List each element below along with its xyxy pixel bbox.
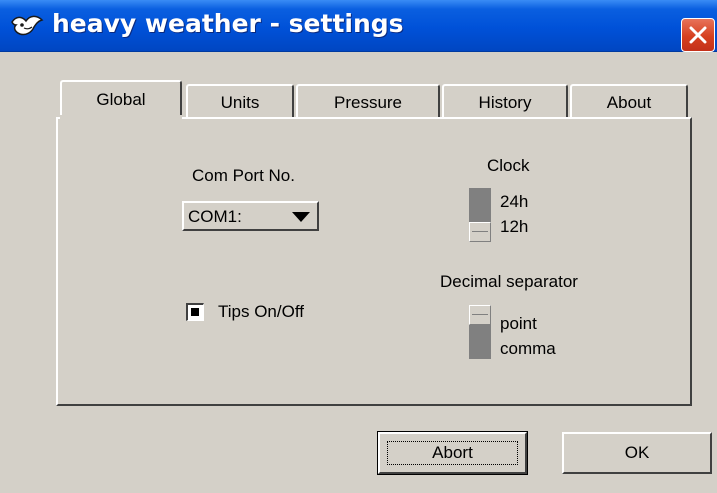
focus-ring [387,441,518,465]
decimal-toggle-knob[interactable] [469,305,491,325]
clock-label: Clock [487,156,530,175]
tab-units-label: Units [220,92,260,112]
clock-option-24h[interactable]: 24h [500,192,528,212]
title-bar[interactable]: heavy weather - settings [0,0,717,52]
tab-global-label: Global [96,90,146,109]
tab-pressure[interactable]: Pressure [296,84,440,119]
com-port-label: Com Port No. [192,166,295,185]
tab-global[interactable]: Global [60,80,182,118]
tab-about[interactable]: About [570,84,688,119]
window-title: heavy weather - settings [52,9,404,38]
close-icon [689,26,707,44]
tab-about-label: About [606,92,652,112]
tab-history[interactable]: History [442,84,568,119]
decimal-separator-toggle[interactable] [469,305,491,359]
chevron-down-icon [292,212,310,222]
tips-checkbox[interactable] [186,303,204,321]
clock-option-12h[interactable]: 12h [500,217,528,237]
clock-toggle-knob[interactable] [469,222,491,242]
decimal-separator-label: Decimal separator [440,272,578,291]
tips-label[interactable]: Tips On/Off [218,302,304,322]
tab-units[interactable]: Units [186,84,294,119]
com-port-value: COM1: [188,207,242,226]
abort-button[interactable]: Abort [377,431,528,475]
ok-button[interactable]: OK [562,432,712,474]
decimal-option-comma[interactable]: comma [500,339,556,359]
ok-button-label: OK [624,443,650,462]
clock-toggle[interactable] [469,188,491,242]
decimal-option-point[interactable]: point [500,314,537,334]
checkbox-mark [191,308,199,316]
active-tab-joint [60,115,182,119]
close-button[interactable] [681,18,715,52]
bird-icon [11,15,44,36]
tab-pressure-label: Pressure [333,92,403,112]
tab-history-label: History [478,92,532,112]
global-tab-panel [56,117,692,406]
com-port-dropdown[interactable]: COM1: [182,201,319,231]
